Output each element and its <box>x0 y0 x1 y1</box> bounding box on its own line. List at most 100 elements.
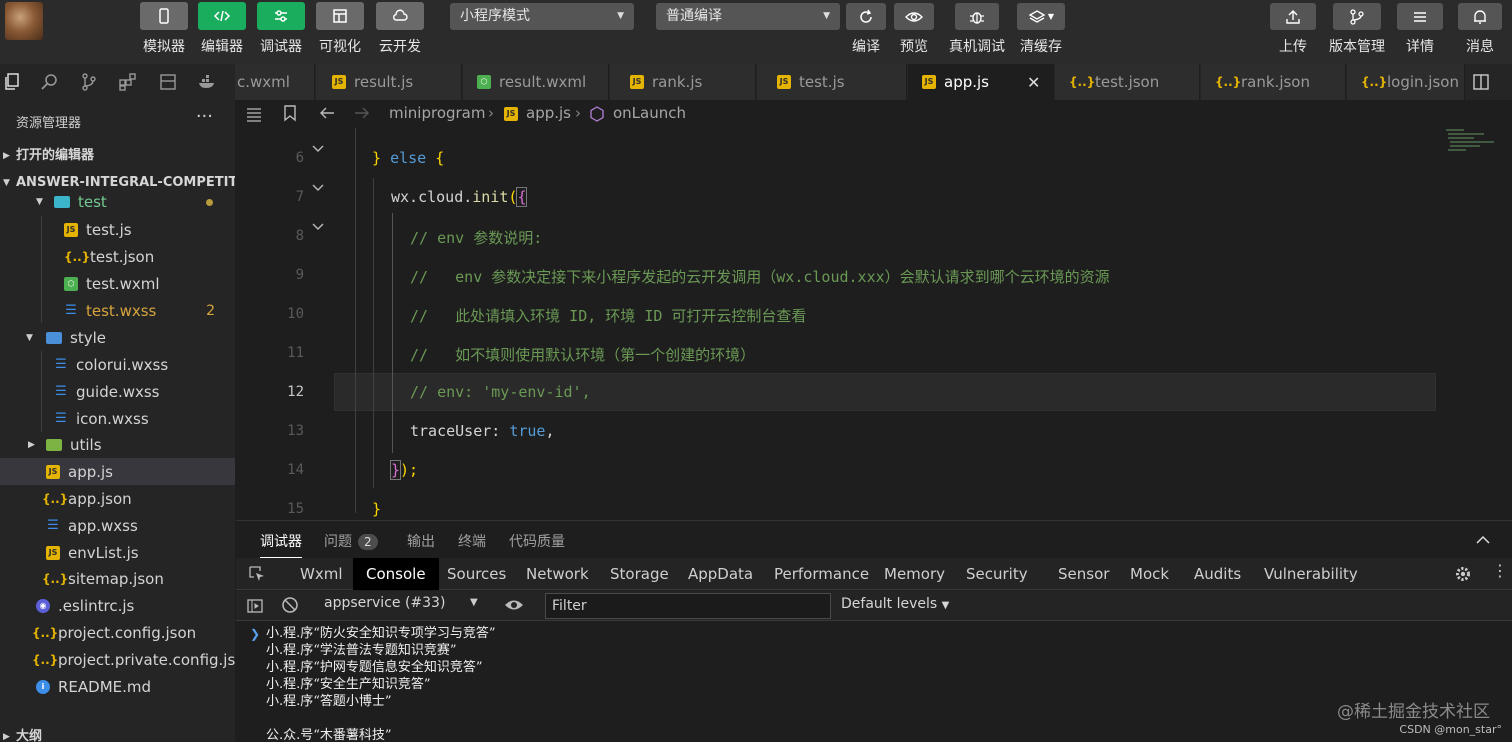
arrow-left-icon[interactable] <box>318 105 336 121</box>
mode-select[interactable]: 小程序模式 ▼ <box>450 3 634 30</box>
tab-rank-js[interactable]: JS rank.js <box>610 64 756 100</box>
tree-file-readme[interactable]: i README.md <box>0 673 235 700</box>
tree-folder-style[interactable]: ▼ style <box>0 324 235 351</box>
clear-cache-button[interactable]: ▼ <box>1017 3 1065 30</box>
split-editor-icon[interactable] <box>1472 73 1490 91</box>
tab-problems[interactable]: 问题 2 <box>324 531 378 551</box>
tab-terminal[interactable]: 终端 <box>458 531 486 551</box>
visual-button[interactable] <box>316 2 364 30</box>
minimap[interactable] <box>1444 128 1504 168</box>
fold-chevron-icon[interactable] <box>312 223 324 231</box>
devtools-tab-audits[interactable]: Audits <box>1181 558 1254 590</box>
tree-file-test-wxml[interactable]: ⬡ test.wxml <box>0 270 235 297</box>
devtools-tab-appdata[interactable]: AppData <box>675 558 766 590</box>
devtools-tab-storage[interactable]: Storage <box>597 558 682 590</box>
tab-result-js[interactable]: JS result.js <box>316 64 462 100</box>
tree-file-colorui-wxss[interactable]: ☰ colorui.wxss <box>0 351 235 378</box>
devtools-tab-console[interactable]: Console <box>353 558 439 590</box>
real-debug-button[interactable] <box>955 3 999 30</box>
console-filter-input[interactable] <box>545 593 831 619</box>
avatar[interactable] <box>5 2 43 40</box>
devtools-tab-vulnerability[interactable]: Vulnerability <box>1251 558 1371 590</box>
tab-c-wxml[interactable]: c.wxml <box>235 64 315 100</box>
devtools-tab-wxml[interactable]: Wxml <box>287 558 356 590</box>
tree-file-test-js[interactable]: JS test.js <box>0 216 235 243</box>
messages-button[interactable] <box>1458 3 1502 30</box>
open-editors-section[interactable]: ▶ 打开的编辑器 <box>0 143 235 169</box>
extensions-icon[interactable] <box>118 72 138 92</box>
cloud-button[interactable] <box>376 2 424 30</box>
preview-button[interactable] <box>894 3 934 30</box>
chevron-up-icon[interactable] <box>1476 535 1490 545</box>
code-editor[interactable]: 6 } else { 7 wx.cloud.init({ 8 // env 参数… <box>236 128 1512 520</box>
devtools-tab-performance[interactable]: Performance <box>761 558 882 590</box>
kebab-menu-icon[interactable]: ⋮ <box>1492 561 1508 580</box>
tab-debugger[interactable]: 调试器 <box>260 531 302 559</box>
fold-chevron-icon[interactable] <box>312 145 324 153</box>
more-icon[interactable]: ··· <box>196 106 213 127</box>
devtools-tab-network[interactable]: Network <box>513 558 602 590</box>
tab-code-quality[interactable]: 代码质量 <box>509 531 565 551</box>
compile-select[interactable]: 普通编译 ▼ <box>656 3 840 30</box>
devtools-tab-sensor[interactable]: Sensor <box>1045 558 1122 590</box>
breadcrumb-symbol[interactable]: onLaunch <box>613 104 686 122</box>
tree-file-icon-wxss[interactable]: ☰ icon.wxss <box>0 405 235 432</box>
inspect-element-icon[interactable] <box>248 565 266 583</box>
log-levels-select[interactable]: Default levels ▼ <box>841 596 949 612</box>
tree-file-app-json[interactable]: {..} app.json <box>0 485 235 512</box>
compile-button[interactable] <box>846 3 886 30</box>
tree-file-project-config[interactable]: {..} project.config.json <box>0 619 235 646</box>
details-button[interactable] <box>1397 3 1443 30</box>
tree-file-guide-wxss[interactable]: ☰ guide.wxss <box>0 378 235 405</box>
compile-select-value: 普通编译 <box>666 8 722 24</box>
tab-output[interactable]: 输出 <box>407 531 435 551</box>
tree-file-project-private-config[interactable]: {..} project.private.config.js... <box>0 646 235 673</box>
devtools-tab-security[interactable]: Security <box>953 558 1041 590</box>
context-select[interactable]: appservice (#33) <box>324 595 445 611</box>
tab-result-wxml[interactable]: ⬡ result.wxml <box>463 64 609 100</box>
tree-label: test.js <box>86 220 132 239</box>
debugger-button[interactable] <box>257 2 305 30</box>
devtools-tab-memory[interactable]: Memory <box>871 558 958 590</box>
fold-chevron-icon[interactable] <box>312 184 324 192</box>
tree-label: sitemap.json <box>68 569 164 588</box>
tab-login-json[interactable]: {..} login.json <box>1347 64 1465 100</box>
source-control-icon[interactable] <box>79 72 99 92</box>
storage-icon[interactable] <box>158 72 178 92</box>
tree-file-test-json[interactable]: {..} test.json <box>0 243 235 270</box>
eye-icon[interactable] <box>504 596 524 614</box>
gear-icon[interactable] <box>1454 565 1472 583</box>
tab-test-json[interactable]: {..} test.json <box>1055 64 1200 100</box>
tree-file-envlist-js[interactable]: JS envList.js <box>0 539 235 566</box>
upload-button[interactable] <box>1270 3 1316 30</box>
sidebar-toggle-icon[interactable] <box>246 597 264 615</box>
docker-icon[interactable] <box>197 72 217 92</box>
tree-file-test-wxss[interactable]: ☰ test.wxss 2 <box>0 297 235 324</box>
list-icon[interactable] <box>245 105 263 123</box>
clear-console-icon[interactable] <box>281 596 299 614</box>
tab-test-js[interactable]: JS test.js <box>757 64 907 100</box>
breadcrumb-folder[interactable]: miniprogram <box>389 104 485 122</box>
bookmark-icon[interactable] <box>283 104 297 122</box>
tree-file-sitemap-json[interactable]: {..} sitemap.json <box>0 565 235 592</box>
close-icon[interactable]: ✕ <box>1027 73 1040 92</box>
arrow-right-icon[interactable] <box>353 105 371 121</box>
tree-file-app-wxss[interactable]: ☰ app.wxss <box>0 512 235 539</box>
breadcrumb-file[interactable]: app.js <box>526 104 571 122</box>
tree-folder-utils[interactable]: ▶ utils <box>0 431 235 458</box>
editor-button[interactable] <box>198 2 246 30</box>
devtools-tab-sources[interactable]: Sources <box>434 558 519 590</box>
devtools-tab-mock[interactable]: Mock <box>1117 558 1182 590</box>
tree-file-eslintrc[interactable]: ◉ .eslintrc.js <box>0 592 235 619</box>
tab-rank-json[interactable]: {..} rank.json <box>1201 64 1346 100</box>
tree-folder-test[interactable]: ▼ test <box>0 190 235 214</box>
search-icon[interactable] <box>40 72 60 92</box>
chevron-right-icon: ❯ <box>250 627 261 641</box>
tree-file-app-js[interactable]: JS app.js <box>0 458 235 485</box>
files-icon[interactable] <box>2 72 22 92</box>
outline-section[interactable]: ▶ 大纲 <box>0 724 235 742</box>
version-button[interactable] <box>1333 3 1381 30</box>
chevron-down-icon: ▼ <box>941 600 950 611</box>
simulator-button[interactable] <box>140 2 188 30</box>
tab-app-js[interactable]: JS app.js ✕ <box>908 64 1054 100</box>
